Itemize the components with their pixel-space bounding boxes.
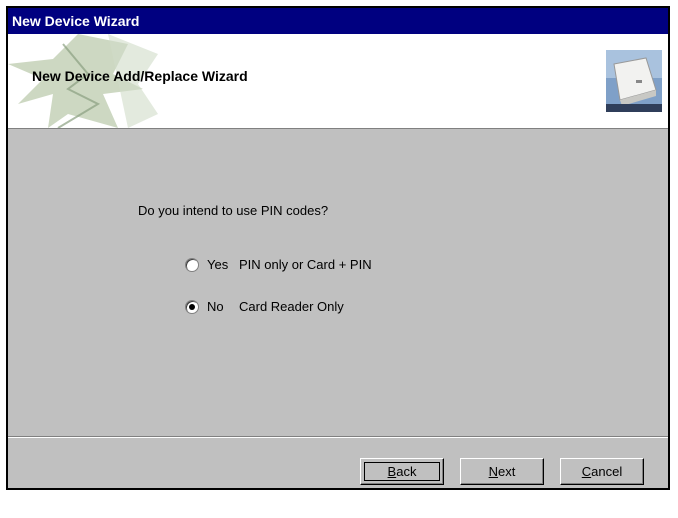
title-bar[interactable]: New Device Wizard xyxy=(8,8,668,34)
wizard-content: Do you intend to use PIN codes? Yes PIN … xyxy=(8,129,668,429)
option-yes-description: PIN only or Card + PIN xyxy=(239,257,372,272)
pin-question: Do you intend to use PIN codes? xyxy=(138,203,329,218)
radio-no[interactable] xyxy=(185,299,199,314)
card-reader-device-icon xyxy=(606,50,662,112)
radio-yes[interactable] xyxy=(185,257,199,272)
wizard-header: New Device Add/Replace Wizard xyxy=(8,34,668,129)
option-no-description: Card Reader Only xyxy=(239,299,344,314)
option-yes[interactable]: Yes PIN only or Card + PIN xyxy=(185,257,372,272)
window-title: New Device Wizard xyxy=(12,13,140,29)
button-separator xyxy=(8,436,668,438)
option-no[interactable]: No Card Reader Only xyxy=(185,299,344,314)
cancel-button[interactable]: Cancel xyxy=(560,458,644,485)
wizard-window: New Device Wizard New Device Add/Replace… xyxy=(6,6,670,490)
header-title: New Device Add/Replace Wizard xyxy=(32,68,248,84)
option-yes-label: Yes xyxy=(207,257,229,272)
back-button[interactable]: Back xyxy=(360,458,444,485)
next-button[interactable]: Next xyxy=(460,458,544,485)
option-no-label: No xyxy=(207,299,224,314)
